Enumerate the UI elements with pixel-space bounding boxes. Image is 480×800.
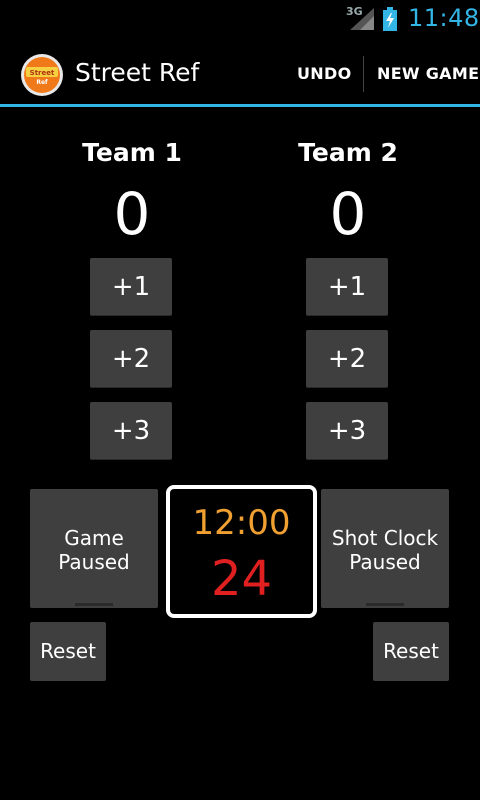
team1-plus2-button[interactable]: +2 bbox=[90, 330, 172, 388]
shot-clock-state: Paused bbox=[349, 550, 421, 574]
timer-display: 12:00 24 bbox=[166, 485, 317, 618]
action-bar-divider bbox=[0, 104, 480, 107]
game-clock-toggle-button[interactable]: Game Paused bbox=[30, 489, 158, 608]
shot-clock-label: Shot Clock bbox=[331, 526, 439, 550]
shot-clock-time: 24 bbox=[210, 551, 273, 607]
status-clock: 11:48 bbox=[408, 4, 480, 32]
app-logo-icon[interactable]: Street Ref bbox=[20, 53, 64, 97]
shot-clock-reset-button[interactable]: Reset bbox=[373, 622, 449, 681]
team2-plus1-button[interactable]: +1 bbox=[306, 258, 388, 316]
game-clock-indicator bbox=[75, 603, 113, 606]
game-clock-time: 12:00 bbox=[192, 503, 291, 543]
team2-plus2-button[interactable]: +2 bbox=[306, 330, 388, 388]
action-divider bbox=[363, 56, 364, 92]
new-game-button[interactable]: NEW GAME bbox=[377, 64, 479, 83]
undo-button[interactable]: UNDO bbox=[297, 64, 351, 83]
signal-icon bbox=[350, 8, 374, 30]
shot-clock-indicator bbox=[366, 603, 404, 606]
team1-score: 0 bbox=[113, 180, 151, 248]
game-clock-reset-button[interactable]: Reset bbox=[30, 622, 106, 681]
team1-plus3-button[interactable]: +3 bbox=[90, 402, 172, 460]
shot-clock-toggle-button[interactable]: Shot Clock Paused bbox=[321, 489, 449, 608]
team2-score: 0 bbox=[329, 180, 367, 248]
team2-name: Team 2 bbox=[298, 138, 398, 167]
game-clock-state: Paused bbox=[58, 550, 130, 574]
team1-plus1-button[interactable]: +1 bbox=[90, 258, 172, 316]
svg-text:Street: Street bbox=[30, 69, 55, 77]
team1-name: Team 1 bbox=[82, 138, 182, 167]
team2-plus3-button[interactable]: +3 bbox=[306, 402, 388, 460]
battery-charging-icon bbox=[383, 7, 397, 31]
svg-text:Ref: Ref bbox=[36, 79, 48, 86]
game-clock-label: Game bbox=[64, 526, 124, 550]
status-bar: 3G 11:48 bbox=[0, 0, 480, 38]
app-title: Street Ref bbox=[75, 58, 200, 87]
